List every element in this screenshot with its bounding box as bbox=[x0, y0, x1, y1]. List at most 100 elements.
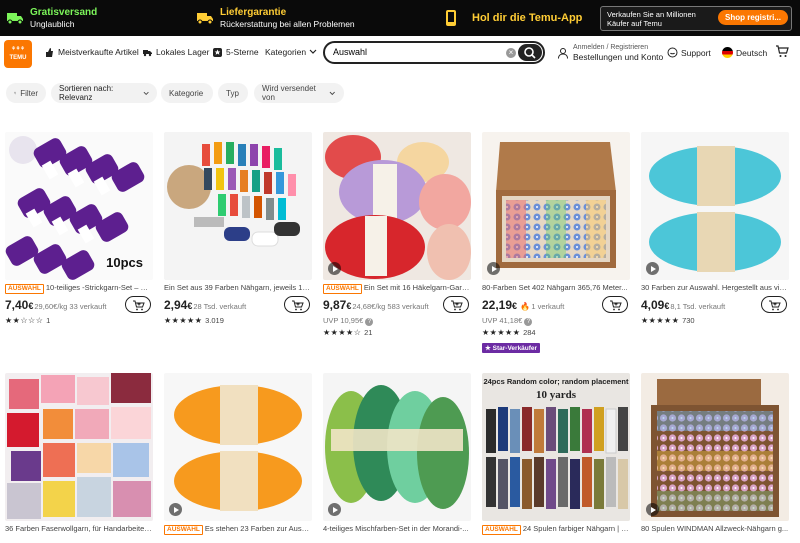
filter-button[interactable]: Filter bbox=[6, 83, 46, 103]
clear-search-icon[interactable]: × bbox=[506, 48, 516, 58]
account-orders-label: Bestellungen und Konto bbox=[573, 52, 664, 62]
nav-label: 5-Sterne bbox=[226, 47, 259, 57]
category-label: Kategorie bbox=[169, 88, 204, 98]
search-icon bbox=[524, 47, 536, 59]
nav-bestsellers[interactable]: Meistverkaufte Artikel bbox=[45, 47, 139, 57]
app-download-promo[interactable]: Hol dir die Temu-App bbox=[444, 4, 582, 32]
phone-icon bbox=[446, 10, 456, 26]
product-title[interactable]: AUSWAHL 24 Spulen farbiger Nähgarn | 9... bbox=[482, 524, 630, 535]
category-dropdown[interactable]: Kategorie bbox=[161, 83, 213, 103]
video-play-icon[interactable] bbox=[487, 262, 500, 275]
truck-icon bbox=[7, 13, 23, 25]
rating: ★★★★☆ 21 bbox=[323, 328, 372, 337]
product-image[interactable] bbox=[5, 373, 153, 521]
guarantee-subtitle: Rückerstattung bei allen Problemen bbox=[220, 18, 355, 29]
rating-stars: ★★★★★ bbox=[482, 328, 521, 337]
product-title[interactable]: AUSWAHL 10-teiliges -Strickgarn-Set – W..… bbox=[5, 283, 153, 294]
product-title[interactable]: AUSWAHL Es stehen 23 Farben zur Auswa... bbox=[164, 524, 312, 535]
video-play-icon[interactable] bbox=[328, 503, 341, 516]
product-title[interactable]: Ein Set aus 39 Farben Nähgarn, jeweils 1… bbox=[164, 283, 312, 293]
search-button[interactable] bbox=[518, 44, 542, 61]
product-title[interactable]: 4-teiliges Mischfarben-Set in der Morand… bbox=[323, 524, 471, 534]
uvp-text: UVP 41,18€ bbox=[482, 316, 523, 325]
product-price: 9,87€24,68€/kg 583 verkauft bbox=[323, 298, 429, 312]
account-menu[interactable]: Anmelden / Registrieren Bestellungen und… bbox=[557, 43, 663, 63]
language-label: Deutsch bbox=[736, 47, 768, 58]
review-count: 284 bbox=[523, 328, 536, 337]
cart-plus-icon bbox=[133, 300, 145, 311]
product-image[interactable] bbox=[323, 373, 471, 521]
product-price: 2,94€28 Tsd. verkauft bbox=[164, 298, 246, 312]
product-title-text: 80 Spulen WINDMAN Allzweck-Nähgarn g... bbox=[641, 524, 789, 533]
price-meta: 8,1 Tsd. verkauft bbox=[670, 302, 726, 311]
truck-check-icon bbox=[197, 13, 213, 25]
price-currency: € bbox=[28, 301, 34, 311]
product-image[interactable] bbox=[164, 373, 312, 521]
nav-categories[interactable]: Kategorien bbox=[265, 47, 321, 57]
search-input[interactable] bbox=[333, 47, 503, 57]
video-play-icon[interactable] bbox=[328, 262, 341, 275]
language-selector[interactable]: Deutsch bbox=[722, 47, 767, 58]
add-to-cart-button[interactable] bbox=[602, 296, 628, 313]
review-count: 730 bbox=[682, 316, 695, 325]
register-shop-button[interactable]: Shop registri... bbox=[717, 10, 788, 25]
filter-icon bbox=[14, 92, 17, 95]
product-title[interactable]: 80-Farben Set 402 Nähgarn 365,76 Meter..… bbox=[482, 283, 630, 293]
product-image[interactable]: 24pcs Random color; random placement 10 … bbox=[482, 373, 630, 521]
add-to-cart-button[interactable] bbox=[443, 296, 469, 313]
price-currency: € bbox=[664, 301, 670, 311]
add-to-cart-button[interactable] bbox=[761, 296, 787, 313]
seller-text: Verkaufen Sie an Millionen Käufer auf Te… bbox=[607, 9, 696, 28]
temu-logo[interactable]: ⚘⚘⚘ TEMU bbox=[4, 40, 32, 68]
search-bar[interactable]: × bbox=[323, 41, 545, 64]
support-link[interactable]: Support bbox=[667, 47, 711, 58]
image-caption: 24pcs Random color; random placement bbox=[483, 377, 629, 386]
nav-local-warehouse[interactable]: Lokales Lager bbox=[143, 47, 209, 57]
shipped-by-dropdown[interactable]: Wird versendet von bbox=[254, 83, 344, 103]
rating-stars: ★★★★★ bbox=[164, 316, 203, 325]
cart-plus-icon bbox=[292, 300, 304, 311]
seller-promo[interactable]: Verkaufen Sie an Millionen Käufer auf Te… bbox=[600, 6, 792, 31]
add-to-cart-button[interactable] bbox=[125, 296, 151, 313]
price-meta: 1 verkauft bbox=[531, 302, 565, 311]
rating: ★★★★★ 730 bbox=[641, 316, 695, 325]
product-image[interactable]: 10pcs bbox=[5, 132, 153, 280]
product-image[interactable] bbox=[323, 132, 471, 280]
price-value: 9,87 bbox=[323, 298, 347, 312]
uvp-text: UVP 10,95€ bbox=[323, 316, 364, 325]
product-image[interactable] bbox=[641, 373, 789, 521]
product-title-text: 4-teiliges Mischfarben-Set in der Morand… bbox=[323, 524, 469, 533]
product-title[interactable]: AUSWAHL Ein Set mit 16 Häkelgarn-Garne... bbox=[323, 283, 471, 294]
free-shipping-promo[interactable]: Gratisversand Unglaublich bbox=[6, 4, 97, 32]
info-icon[interactable]: ? bbox=[524, 318, 533, 326]
product-image[interactable] bbox=[482, 132, 630, 280]
shipping-title: Gratisversand bbox=[30, 6, 98, 18]
filter-label: Filter bbox=[20, 88, 38, 98]
product-image[interactable] bbox=[164, 132, 312, 280]
product-image[interactable] bbox=[641, 132, 789, 280]
cart-plus-icon bbox=[769, 300, 781, 311]
thumbs-up-icon bbox=[46, 47, 53, 57]
nav-five-star[interactable]: 5-Sterne bbox=[213, 47, 259, 57]
video-play-icon[interactable] bbox=[646, 262, 659, 275]
account-signin-label: Anmelden / Registrieren bbox=[573, 44, 649, 51]
product-price: 4,09€8,1 Tsd. verkauft bbox=[641, 298, 725, 312]
info-icon[interactable]: ? bbox=[365, 318, 374, 326]
product-title-text: 24 Spulen farbiger Nähgarn | 9... bbox=[522, 524, 630, 533]
price-value: 4,09 bbox=[641, 298, 665, 312]
sort-dropdown[interactable]: Sortieren nach: Relevanz bbox=[51, 83, 157, 103]
type-dropdown[interactable]: Typ bbox=[218, 83, 248, 103]
product-title-text: 30 Farben zur Auswahl. Hergestellt aus v… bbox=[641, 283, 789, 292]
product-title[interactable]: 80 Spulen WINDMAN Allzweck-Nähgarn g... bbox=[641, 524, 789, 534]
delivery-guarantee-promo[interactable]: Liefergarantie Rückerstattung bei allen … bbox=[196, 4, 355, 32]
cart-button[interactable] bbox=[775, 45, 789, 58]
product-price: 7,40€29,60€/kg 33 verkauft bbox=[5, 298, 107, 312]
rating-stars: ★★★★☆ bbox=[323, 328, 362, 337]
add-to-cart-button[interactable] bbox=[284, 296, 310, 313]
product-title[interactable]: 36 Farben Faserwollgarn, für Handarbeite… bbox=[5, 524, 153, 534]
truck-icon bbox=[143, 49, 152, 56]
video-play-icon[interactable] bbox=[646, 503, 659, 516]
product-title[interactable]: 30 Farben zur Auswahl. Hergestellt aus v… bbox=[641, 283, 789, 293]
image-caption-2: 10 yards bbox=[535, 389, 577, 401]
video-play-icon[interactable] bbox=[169, 503, 182, 516]
